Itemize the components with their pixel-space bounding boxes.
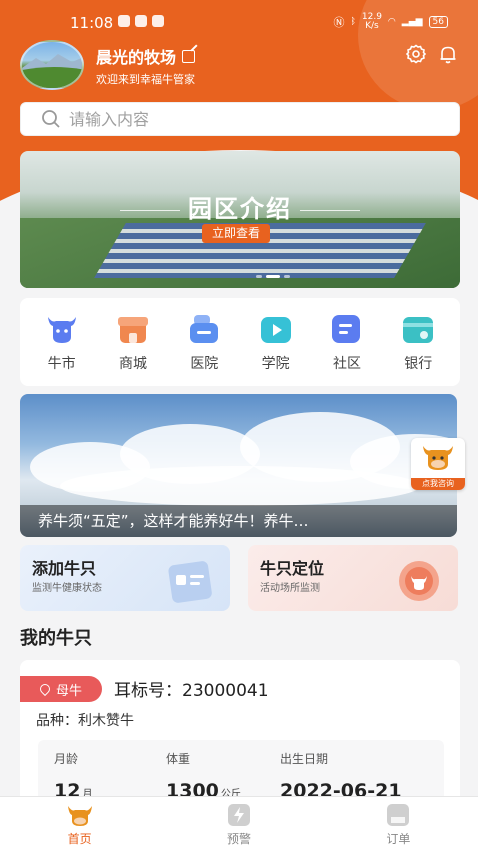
header: 晨光的牧场 欢迎来到幸福牛管家 (0, 40, 478, 95)
tab-alerts[interactable]: 预警 (159, 797, 318, 850)
quick-link-bank[interactable]: 银行 (388, 311, 448, 373)
quick-links: 牛市 商城 医院 学院 社区 银行 (20, 298, 460, 386)
quick-link-label: 社区 (332, 356, 361, 372)
ear-tag-number: 耳标号：23000041 (114, 681, 269, 701)
quick-link-label: 牛市 (47, 356, 76, 372)
system-icons: Ⓝ ᛒ 12.9 K/s ◠ ▂▄▆ 56 (333, 13, 448, 31)
quick-link-cattle-market[interactable]: 牛市 (32, 311, 92, 373)
carousel-indicator (256, 275, 290, 278)
farm-name-row[interactable]: 晨光的牧场 (96, 44, 196, 68)
search-input[interactable] (69, 109, 429, 129)
wifi-icon: ◠ (387, 17, 396, 27)
quick-link-label: 商城 (118, 356, 147, 372)
stat-label: 出生日期 (280, 752, 329, 766)
section-title-my-cattle: 我的牛只 (20, 628, 92, 649)
battery-icon: 56 (428, 16, 448, 28)
quick-link-label: 医院 (190, 356, 219, 372)
tab-orders[interactable]: 订单 (319, 797, 478, 850)
wechat-icon (118, 15, 130, 27)
location-pin-icon (399, 561, 439, 601)
tab-label: 首页 (67, 832, 92, 846)
view-now-button[interactable]: 立即查看 (202, 224, 271, 243)
locate-cattle-card[interactable]: 牛只定位 活动场所监测 (248, 545, 458, 611)
quick-link-mall[interactable]: 商城 (103, 311, 163, 373)
alert-icon (227, 804, 250, 826)
carousel-dot[interactable] (256, 275, 262, 278)
tab-bar: 首页 预警 订单 (0, 796, 478, 850)
add-cattle-title: 添加牛只 (32, 559, 97, 578)
nfc-icon: Ⓝ (333, 16, 345, 29)
landscape-image (22, 54, 82, 88)
search-icon (42, 110, 60, 128)
breed-label: 品种：利木赞牛 (36, 713, 134, 729)
gender-badge: 母牛 (20, 676, 102, 702)
add-cattle-card[interactable]: 添加牛只 监测牛健康状态 (20, 545, 230, 611)
video-caption: 养牛须“五定”，这样才能养好牛！养牛… (20, 505, 457, 537)
gear-icon[interactable] (406, 44, 426, 64)
locate-cattle-subtitle: 活动场所监测 (260, 583, 320, 594)
net-speed: 12.9 K/s (361, 12, 382, 31)
consult-button[interactable]: 点我咨询 (411, 438, 465, 490)
locate-cattle-title: 牛只定位 (260, 559, 325, 578)
gender-icon (37, 681, 53, 697)
quick-link-academy[interactable]: 学院 (246, 311, 306, 373)
edit-icon[interactable] (182, 49, 196, 63)
tab-home[interactable]: 首页 (0, 797, 159, 850)
hospital-icon (190, 315, 219, 343)
signal-icon: ▂▄▆ (401, 17, 423, 27)
message-icon (135, 15, 147, 27)
consult-label: 点我咨询 (411, 478, 465, 490)
status-bar: 11:08 Ⓝ ᛒ 12.9 K/s ◠ ▂▄▆ 56 (0, 0, 478, 42)
shop-icon (117, 317, 148, 343)
add-cattle-illustration (168, 561, 212, 603)
stat-label: 体重 (166, 752, 191, 766)
video-banner[interactable]: 养牛须“五定”，这样才能养好牛！养牛… (20, 394, 457, 537)
farm-name: 晨光的牧场 (96, 48, 177, 67)
quick-link-community[interactable]: 社区 (317, 311, 377, 373)
order-icon (387, 804, 410, 826)
cow-icon (47, 317, 76, 343)
carousel-dot[interactable] (284, 275, 290, 278)
park-banner[interactable]: 园区介绍 立即查看 (20, 151, 460, 288)
bluetooth-icon: ᛒ (350, 17, 356, 27)
quick-link-label: 银行 (404, 356, 433, 372)
carousel-dot-active[interactable] (266, 275, 280, 278)
banner-title: 园区介绍 (188, 195, 292, 223)
tab-label: 预警 (226, 832, 251, 846)
quick-link-hospital[interactable]: 医院 (174, 311, 234, 373)
home-cow-icon (67, 806, 92, 826)
search-bar[interactable] (20, 102, 460, 136)
cow-mascot-icon (423, 446, 453, 470)
farm-avatar[interactable] (20, 40, 84, 90)
stat-label: 月龄 (54, 752, 79, 766)
app-icon (152, 15, 164, 27)
bell-icon[interactable] (438, 44, 458, 64)
bank-card-icon (403, 317, 434, 343)
tab-label: 订单 (386, 832, 411, 846)
add-cattle-subtitle: 监测牛健康状态 (32, 583, 102, 594)
chat-icon (331, 315, 360, 343)
status-time: 11:08 (70, 14, 114, 32)
gender-label: 母牛 (55, 683, 82, 699)
notification-icons (118, 15, 164, 27)
quick-link-label: 学院 (261, 356, 290, 372)
video-icon (260, 317, 291, 343)
welcome-text: 欢迎来到幸福牛管家 (96, 73, 195, 86)
banner-title-row: 园区介绍 (20, 189, 460, 224)
